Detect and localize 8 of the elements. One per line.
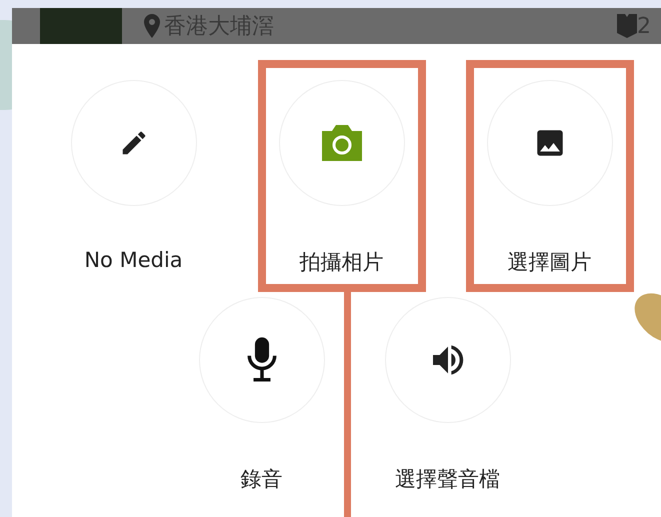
location-pin-icon — [144, 14, 160, 38]
option-label: 錄音 — [240, 466, 284, 493]
option-label: 選擇聲音檔 — [394, 466, 501, 493]
option-label: 拍攝相片 — [298, 249, 384, 276]
option-label: No Media — [83, 248, 184, 272]
option-label: 選擇圖片 — [506, 249, 592, 276]
bookmark-icon — [617, 14, 637, 38]
microphone-icon — [244, 336, 278, 384]
